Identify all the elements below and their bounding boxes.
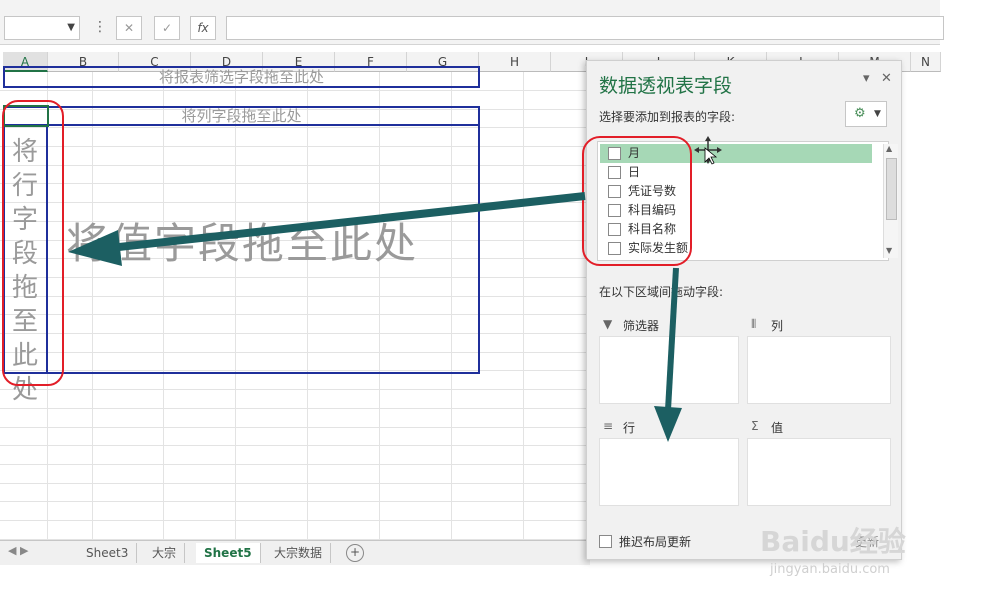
watermark-brand: Baidu经验 — [760, 525, 906, 558]
arrowhead-rows — [654, 406, 682, 442]
move-cursor-icon — [694, 136, 722, 165]
arrow-to-rows — [665, 267, 679, 411]
arrowhead-values — [68, 230, 122, 266]
watermark-url: jingyan.baidu.com — [770, 562, 890, 577]
arrow-to-values — [109, 192, 586, 252]
annotation-arrows — [68, 136, 722, 442]
